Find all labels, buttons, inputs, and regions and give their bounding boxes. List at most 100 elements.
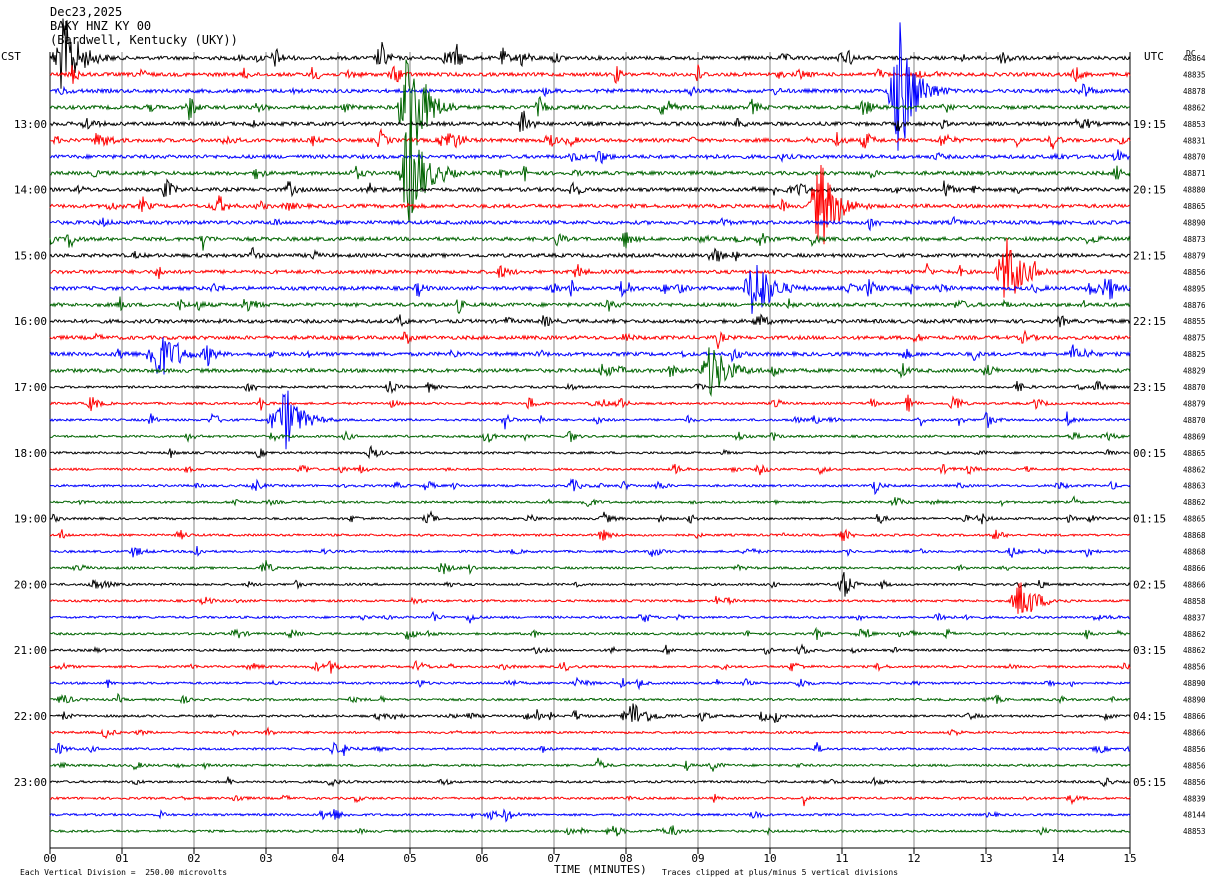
right-hour-label: 19:15: [1133, 118, 1166, 131]
dc-offset-label: 48144: [1183, 811, 1206, 820]
seismic-trace: [49, 110, 1131, 132]
seismic-trace: [49, 545, 1131, 558]
x-tick-label: 00: [43, 852, 56, 865]
dc-offset-label: 48862: [1183, 630, 1206, 639]
left-hour-label: 19:00: [14, 513, 47, 526]
seismic-trace: [49, 659, 1131, 674]
x-tick-label: 15: [1123, 852, 1136, 865]
helicorder-plot: 00 01 02 03 04 05 06 07 08 09 10 11 12 13 14 1548864488…: [14, 18, 1206, 865]
left-hour-label: 20:00: [14, 578, 47, 591]
seismic-trace: [49, 215, 1131, 232]
right-hour-label: 23:15: [1133, 381, 1166, 394]
seismic-trace: [49, 626, 1131, 641]
dc-offset-label: 48831: [1183, 136, 1206, 145]
dc-offset-label: 48864: [1183, 54, 1206, 63]
seismic-trace: [50, 430, 1131, 443]
right-hour-label: 05:15: [1133, 776, 1166, 789]
seismic-trace: [49, 164, 1131, 245]
x-tick-label: 01: [115, 852, 128, 865]
seismic-trace: [49, 528, 1131, 542]
seismic-trace: [50, 692, 1131, 705]
dc-offset-label: 48856: [1183, 761, 1206, 770]
seismic-trace: [49, 478, 1131, 496]
x-tick-label: 13: [979, 852, 992, 865]
right-hour-label: 02:15: [1133, 578, 1166, 591]
dc-offset-label: 48895: [1183, 284, 1206, 293]
dc-offset-label: 48870: [1183, 416, 1206, 425]
seismic-trace: [49, 178, 1131, 198]
right-hour-label: 21:15: [1133, 249, 1166, 262]
dc-offset-label: 48839: [1183, 794, 1206, 803]
seismic-trace: [49, 246, 1131, 262]
x-tick-label: 11: [835, 852, 848, 865]
seismic-trace: [49, 390, 1131, 450]
dc-offset-label: 48865: [1183, 449, 1206, 458]
seismic-trace: [49, 793, 1131, 807]
seismic-trace: [49, 776, 1131, 788]
seismic-trace: [49, 329, 1131, 349]
x-tick-label: 02: [187, 852, 200, 865]
seismic-trace: [49, 676, 1131, 691]
seismic-trace: [50, 127, 1131, 150]
seismic-trace: [49, 313, 1131, 328]
seismic-trace: [50, 825, 1131, 837]
dc-offset-label: 48868: [1183, 531, 1206, 540]
seismic-trace: [49, 18, 1131, 89]
right-hour-label: 22:15: [1133, 315, 1166, 328]
seismic-trace: [49, 463, 1131, 476]
x-tick-label: 05: [403, 852, 416, 865]
right-hour-label: 00:15: [1133, 447, 1166, 460]
left-hour-label: 21:00: [14, 644, 47, 657]
x-tick-label: 04: [331, 852, 345, 865]
seismic-trace: [49, 741, 1131, 756]
vertical-division-note: Each Vertical Division = 250.00 microvol…: [20, 868, 228, 877]
seismic-trace: [49, 808, 1131, 823]
seismic-trace: [49, 495, 1131, 508]
seismic-trace: [49, 22, 1131, 151]
dc-offset-label: 48873: [1183, 235, 1206, 244]
left-hour-label: 23:00: [14, 776, 47, 789]
dc-offset-label: 48880: [1183, 186, 1206, 195]
dc-offset-label: 48862: [1183, 465, 1206, 474]
dc-offset-label: 48866: [1183, 564, 1206, 573]
x-tick-label: 09: [691, 852, 704, 865]
dc-offset-label: 48835: [1183, 70, 1206, 79]
seismic-trace: [49, 560, 1131, 575]
dc-offset-label: 48866: [1183, 728, 1206, 737]
dc-offset-label: 48862: [1183, 103, 1206, 112]
left-hour-label: 16:00: [14, 315, 47, 328]
seismic-trace: [49, 149, 1131, 165]
dc-offset-label: 48879: [1183, 251, 1206, 260]
dc-offset-label: 48853: [1183, 120, 1206, 129]
seismic-trace: [49, 757, 1131, 772]
dc-offset-label: 48868: [1183, 548, 1206, 557]
seismic-trace: [49, 610, 1131, 624]
dc-offset-label: 48890: [1183, 696, 1206, 705]
seismic-trace: [49, 571, 1131, 597]
seismic-trace: [49, 296, 1131, 315]
right-hour-label: 20:15: [1133, 184, 1166, 197]
dc-offset-label: 48829: [1183, 367, 1206, 376]
dc-offset-label: 48853: [1183, 827, 1206, 836]
dc-offset-label: 48875: [1183, 334, 1206, 343]
dc-offset-label: 48837: [1183, 613, 1206, 622]
dc-offset-label: 48866: [1183, 712, 1206, 721]
dc-offset-label: 48876: [1183, 301, 1206, 310]
x-axis-label: TIME (MINUTES): [554, 863, 647, 876]
clipping-note: Traces clipped at plus/minus 5 vertical …: [662, 868, 899, 877]
x-tick-label: 10: [763, 852, 776, 865]
dc-offset-label: 48865: [1183, 202, 1206, 211]
seismic-trace: [49, 726, 1131, 739]
dc-offset-label: 48890: [1183, 219, 1206, 228]
dc-offset-label: 48855: [1183, 317, 1206, 326]
dc-offset-label: 48869: [1183, 432, 1206, 441]
x-tick-label: 06: [475, 852, 488, 865]
left-hour-label: 18:00: [14, 447, 47, 460]
dc-offset-label: 48862: [1183, 498, 1206, 507]
left-hour-label: 22:00: [14, 710, 47, 723]
x-tick-label: 12: [907, 852, 920, 865]
x-tick-label: 14: [1051, 852, 1065, 865]
left-hour-label: 17:00: [14, 381, 47, 394]
dc-offset-label: 48871: [1183, 169, 1206, 178]
left-hour-label: 13:00: [14, 118, 47, 131]
